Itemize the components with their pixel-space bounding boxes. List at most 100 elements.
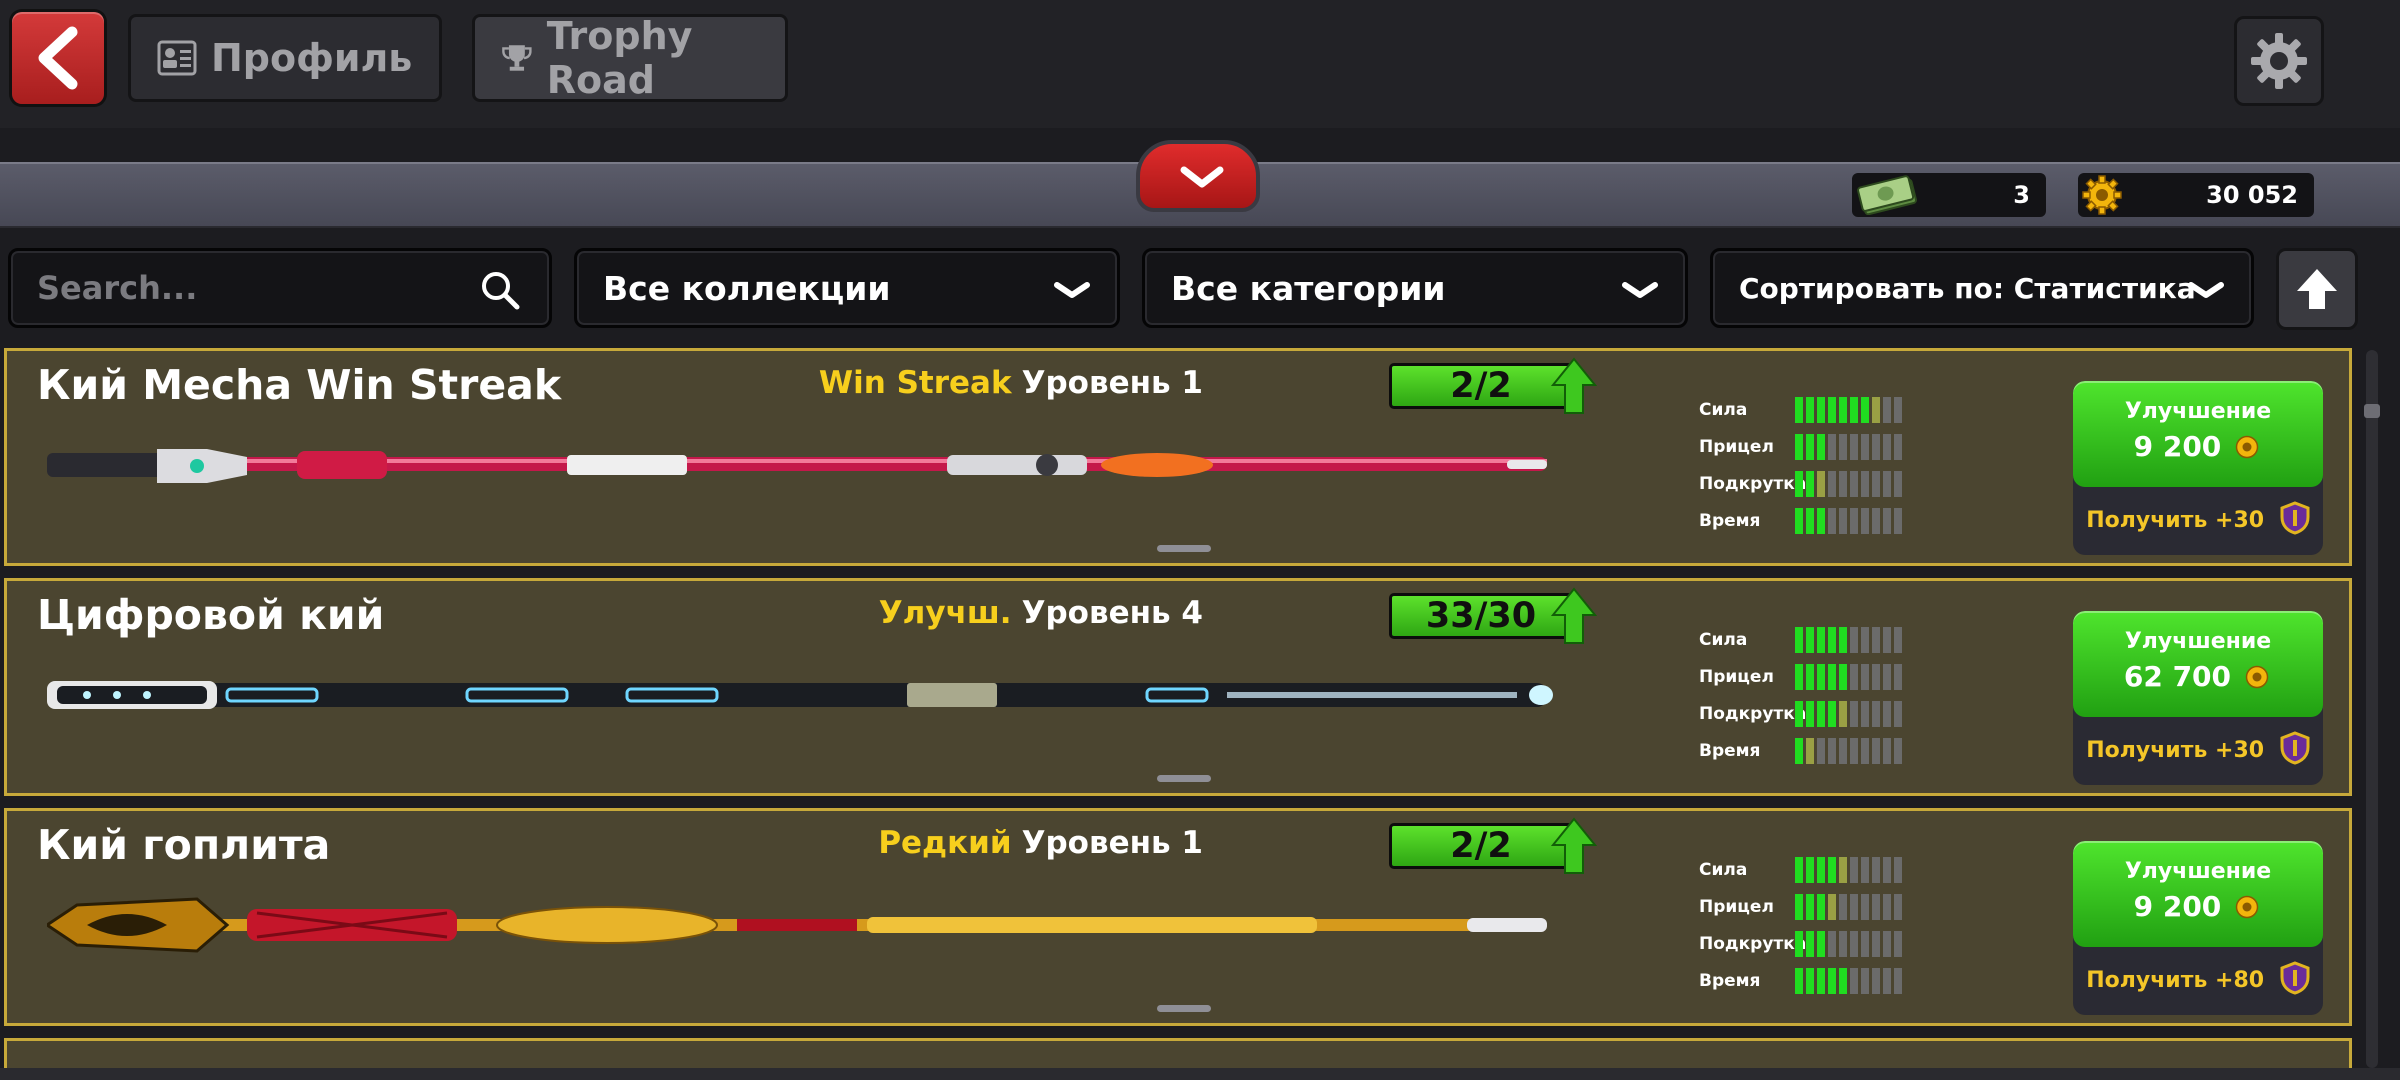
stat-segment [1806,968,1814,994]
stat-segment [1850,471,1858,497]
list-scroll-thumb[interactable] [2364,404,2380,418]
cue-rarity-level: Win Streak Уровень 1 [819,365,1203,401]
search-icon [482,272,520,310]
stat-segment [1861,701,1869,727]
stat-segment [1795,471,1803,497]
list-scrollbar[interactable] [2366,350,2378,1068]
shield-icon [2280,961,2310,995]
upgrade-panel: Улучшение 9 200 Получить +80 [2073,841,2323,1015]
stat-segment [1806,397,1814,423]
stat-segment [1850,434,1858,460]
stat-segment [1883,968,1891,994]
tab-trophy-road[interactable]: Trophy Road [472,14,788,102]
stat-segment [1839,738,1847,764]
expand-handle[interactable] [1157,1005,1211,1012]
stat-segment [1828,968,1836,994]
stat-segment [1894,664,1902,690]
stat-label: Прицел [1699,897,1774,917]
cue-card[interactable]: Кий Mecha Win Streak Win Streak Уровень 1… [4,348,2352,566]
get-pieces-button[interactable]: Получить +80 [2073,947,2323,1015]
stat-segment [1817,471,1825,497]
stat-segment [1817,397,1825,423]
stat-segment [1795,701,1803,727]
arrow-up-icon [2297,269,2337,309]
upgrade-price: 9 200 [2133,890,2222,923]
stat-segment [1806,857,1814,883]
stat-label: Сила [1699,400,1748,420]
cash-counter[interactable]: 3 [1852,173,2046,217]
get-pieces-label: Получить +30 [2086,738,2265,763]
stat-segment [1828,894,1836,920]
stat-segment [1850,397,1858,423]
stat-segment [1839,701,1847,727]
cue-card[interactable]: Цифровой кий Улучш.Уровень 4 33/30 Сила [4,578,2352,796]
stat-segment [1839,931,1847,957]
stat-segment [1795,664,1803,690]
upgrade-price: 62 700 [2123,660,2232,693]
cue-pieces: 2/2 [1389,363,1573,409]
stat-bar-spin [1795,701,1902,727]
stat-bar-aim [1795,664,1902,690]
get-pieces-button[interactable]: Получить +30 [2073,717,2323,785]
coin-icon [2245,665,2269,689]
stat-bar-spin [1795,471,1902,497]
cue-pieces: 2/2 [1389,823,1573,869]
sort-direction-button[interactable] [2276,248,2358,330]
trophy-icon [502,45,532,71]
collection-dropdown[interactable]: Все коллекции [574,248,1120,328]
stat-segment [1817,701,1825,727]
stat-segment [1850,894,1858,920]
tab-trophy-road-label: Trophy Road [546,14,693,102]
coin-icon [2236,435,2259,459]
stat-segment [1894,471,1902,497]
settings-button[interactable] [2234,16,2324,106]
sort-dropdown[interactable]: Сортировать по: Статистика [1710,248,2254,328]
cue-image-mecha [47,449,1547,483]
get-pieces-button[interactable]: Получить +30 [2073,487,2323,555]
stat-segment [1839,857,1847,883]
stat-bar-time [1795,508,1902,534]
stat-bar-power [1795,627,1902,653]
coins-counter[interactable]: 30 052 [2078,173,2314,217]
chevron-down-icon [2188,282,2224,298]
category-dropdown[interactable]: Все категории [1142,248,1688,328]
upgrade-button[interactable]: Улучшение 9 200 [2073,841,2323,947]
cue-rarity: Редкий [878,825,1012,861]
cue-card-partial[interactable] [4,1038,2352,1070]
stat-segment [1894,968,1902,994]
stat-segment [1817,434,1825,460]
stat-segment [1850,857,1858,883]
upgrade-button[interactable]: Улучшение 9 200 [2073,381,2323,487]
back-button[interactable] [12,12,104,104]
chevron-down-icon [1622,282,1658,298]
expand-handle[interactable] [1157,775,1211,782]
upgrade-panel: Улучшение 62 700 Получить +30 [2073,611,2323,785]
stat-segment [1872,664,1880,690]
collapse-button[interactable] [1136,140,1260,212]
stat-segment [1883,664,1891,690]
cash-icon [1857,175,1917,215]
tab-profile[interactable]: Профиль [128,14,442,102]
stat-segment [1872,627,1880,653]
stat-segment [1795,857,1803,883]
stat-segment [1861,931,1869,957]
expand-handle[interactable] [1157,545,1211,552]
stat-segment [1817,857,1825,883]
upgrade-label: Улучшение [2124,399,2272,424]
stat-label: Сила [1699,860,1748,880]
stat-segment [1894,397,1902,423]
stat-segment [1850,701,1858,727]
search-input[interactable]: Search... [8,248,552,328]
stat-label: Прицел [1699,667,1774,687]
cue-rarity-level: Редкий Уровень 1 [878,825,1203,861]
upgrade-button[interactable]: Улучшение 62 700 [2073,611,2323,717]
stat-segment [1861,471,1869,497]
stat-segment [1894,894,1902,920]
stat-segment [1839,968,1847,994]
upgrade-label: Улучшение [2124,629,2272,654]
stat-bar-power [1795,857,1902,883]
cue-card[interactable]: Кий гоплита РедкийУровень 1 2/2 Сила Пр [4,808,2352,1026]
arrow-up-icon [1551,357,1597,414]
stat-bar-spin [1795,931,1902,957]
stat-segment [1883,701,1891,727]
